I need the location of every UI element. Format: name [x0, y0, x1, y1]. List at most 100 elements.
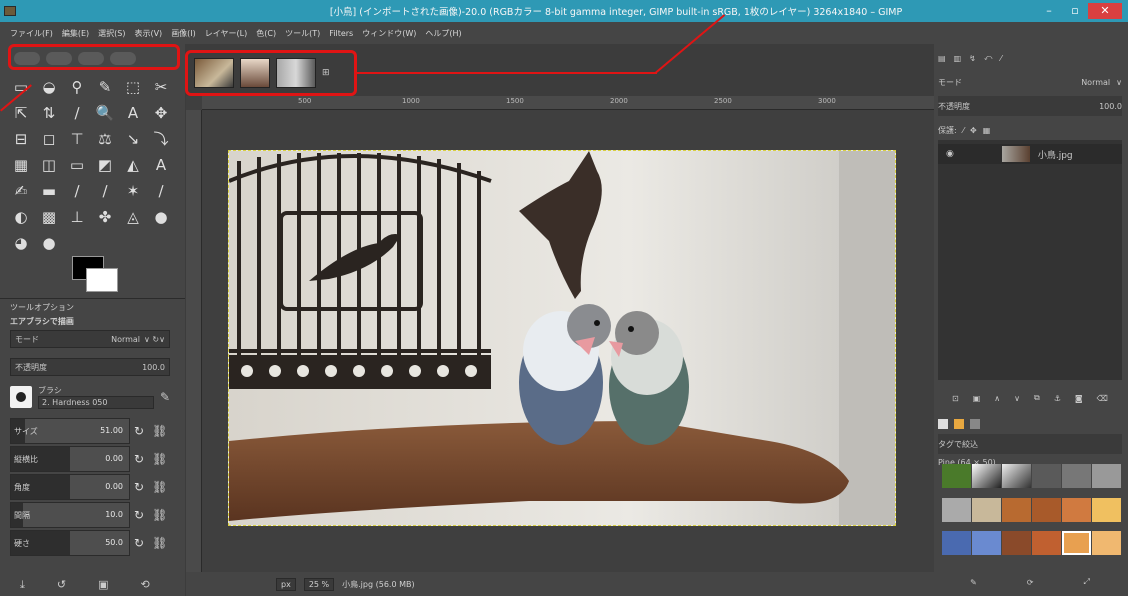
tool-button[interactable]: ✥	[150, 102, 172, 124]
new-layer-icon[interactable]: ⊡	[952, 394, 959, 403]
image-canvas[interactable]	[228, 150, 896, 526]
menu-file[interactable]: ファイル(F)	[10, 28, 53, 39]
reset-options-icon[interactable]: ⟲	[141, 578, 150, 592]
background-color[interactable]	[86, 268, 118, 292]
zoom-select[interactable]: 25 %	[303, 577, 335, 591]
menu-tools[interactable]: ツール(T)	[285, 28, 320, 39]
tool-button[interactable]: A	[122, 102, 144, 124]
tool-button[interactable]: ◫	[38, 154, 60, 176]
anchor-layer-icon[interactable]: ⚓	[1054, 394, 1061, 403]
tool-button[interactable]: ∕	[94, 180, 116, 202]
reset-icon[interactable]: ↻	[134, 452, 144, 466]
brush-selector[interactable]: ブラシ 2. Hardness 050 ✎	[10, 384, 170, 410]
edit-brush-icon[interactable]: ✎	[160, 390, 170, 404]
menu-view[interactable]: 表示(V)	[134, 28, 162, 39]
restore-options-icon[interactable]: ↺	[57, 578, 66, 592]
tool-button[interactable]: ▬	[38, 180, 60, 202]
lock-position-icon[interactable]: ✥	[970, 126, 977, 135]
brush-name[interactable]: 2. Hardness 050	[38, 396, 154, 409]
unit-select[interactable]: px	[276, 577, 296, 591]
tool-button[interactable]: ∕	[66, 180, 88, 202]
menu-colors[interactable]: 色(C)	[256, 28, 276, 39]
brushes-tab-icon[interactable]	[938, 419, 948, 429]
tool-button[interactable]: ●	[150, 206, 172, 228]
tool-button[interactable]: ▭	[66, 154, 88, 176]
tool-button[interactable]: ◻	[38, 128, 60, 150]
link-icon[interactable]: ⛓	[152, 424, 167, 438]
tag-filter[interactable]: タグで絞込	[938, 434, 1122, 454]
tool-button[interactable]: ◒	[38, 76, 60, 98]
duplicate-layer-icon[interactable]: ⧉	[1034, 393, 1040, 403]
tool-button[interactable]: ◕	[10, 232, 32, 254]
layer-name[interactable]: 小鳥.jpg	[1038, 148, 1073, 161]
layer-mode-row[interactable]: モード Normal ∨	[938, 72, 1122, 92]
save-options-icon[interactable]: ⤓	[20, 578, 25, 592]
tool-button[interactable]: ✎	[94, 76, 116, 98]
reset-icon[interactable]: ↻	[134, 424, 144, 438]
lock-alpha-icon[interactable]: ▦	[983, 126, 991, 135]
lower-layer-icon[interactable]: ∨	[1014, 394, 1020, 403]
refresh-icon[interactable]: ⟳	[1027, 578, 1034, 587]
edit-resource-icon[interactable]: ✎	[970, 578, 977, 587]
menu-filters[interactable]: Filters	[329, 29, 353, 38]
color-swatches[interactable]	[72, 256, 122, 294]
link-icon[interactable]: ⛓	[152, 508, 167, 522]
brush-preview-icon[interactable]	[10, 386, 32, 408]
tool-options-tab[interactable]: ツールオプション	[10, 302, 74, 313]
eye-icon[interactable]: ◉	[946, 149, 954, 159]
vertical-ruler[interactable]	[186, 110, 202, 572]
delete-layer-icon[interactable]: ⌫	[1097, 394, 1108, 403]
reset-icon[interactable]: ↻	[134, 508, 144, 522]
link-icon[interactable]: ⛓	[152, 536, 167, 550]
brush-slider[interactable]: 角度 0.00	[10, 474, 130, 500]
tool-button[interactable]: ⊥	[66, 206, 88, 228]
tool-button[interactable]: ✍	[10, 180, 32, 202]
tool-button[interactable]: 🔍	[94, 102, 116, 124]
tool-button[interactable]: ✶	[122, 180, 144, 202]
gradients-tab-icon[interactable]	[970, 419, 980, 429]
menu-layer[interactable]: レイヤー(L)	[205, 28, 247, 39]
brush-slider[interactable]: 硬さ 50.0	[10, 530, 130, 556]
tool-button[interactable]: ◩	[94, 154, 116, 176]
tool-button[interactable]: ✤	[94, 206, 116, 228]
undo-tab-icon[interactable]: ⤺	[984, 53, 993, 63]
paths-tab-icon[interactable]: ↯	[969, 54, 976, 63]
menu-select[interactable]: 選択(S)	[98, 28, 125, 39]
tool-button[interactable]: ⤵	[150, 128, 172, 150]
horizontal-ruler[interactable]: 500 1000 1500 2000 2500 3000	[202, 96, 934, 110]
menu-image[interactable]: 画像(I)	[171, 28, 196, 39]
tool-button[interactable]: ⊟	[10, 128, 32, 150]
brush-tab-icon[interactable]: ⁄	[1000, 54, 1001, 63]
mask-icon[interactable]: ◙	[1075, 394, 1083, 403]
tool-button[interactable]: ⇱	[10, 102, 32, 124]
tool-button[interactable]: ●	[38, 232, 60, 254]
menu-edit[interactable]: 編集(E)	[62, 28, 89, 39]
patterns-tab-icon[interactable]	[954, 419, 964, 429]
brush-slider[interactable]: 縦横比 0.00	[10, 446, 130, 472]
minimize-button[interactable]: –	[1036, 3, 1062, 19]
tool-button[interactable]: ⊤	[66, 128, 88, 150]
raise-layer-icon[interactable]: ∧	[994, 394, 1000, 403]
lock-pixels-icon[interactable]: ⁄	[963, 126, 964, 135]
maximize-button[interactable]: ▫	[1062, 3, 1088, 19]
link-icon[interactable]: ⛓	[152, 480, 167, 494]
tool-button[interactable]: ◐	[10, 206, 32, 228]
menu-help[interactable]: ヘルプ(H)	[425, 28, 461, 39]
opacity-slider[interactable]: 不透明度 100.0	[10, 358, 170, 376]
layer-row[interactable]: ◉ 小鳥.jpg	[938, 144, 1122, 164]
tool-button[interactable]: ∕	[66, 102, 88, 124]
tool-button[interactable]: ⬚	[122, 76, 144, 98]
tool-button[interactable]: ▦	[10, 154, 32, 176]
tool-button[interactable]: ◬	[122, 206, 144, 228]
tool-button[interactable]: ⚲	[66, 76, 88, 98]
tool-button[interactable]: ⚖	[94, 128, 116, 150]
canvas-area[interactable]: 500 1000 1500 2000 2500 3000	[186, 96, 934, 572]
tool-button[interactable]: A	[150, 154, 172, 176]
brush-slider[interactable]: サイズ 51.00	[10, 418, 130, 444]
tool-button[interactable]: ↘	[122, 128, 144, 150]
pattern-grid[interactable]	[942, 464, 1122, 564]
reset-icon[interactable]: ↻	[134, 480, 144, 494]
menu-windows[interactable]: ウィンドウ(W)	[362, 28, 416, 39]
tool-button[interactable]: ▩	[38, 206, 60, 228]
layers-tab-icon[interactable]: ▤	[938, 54, 946, 63]
